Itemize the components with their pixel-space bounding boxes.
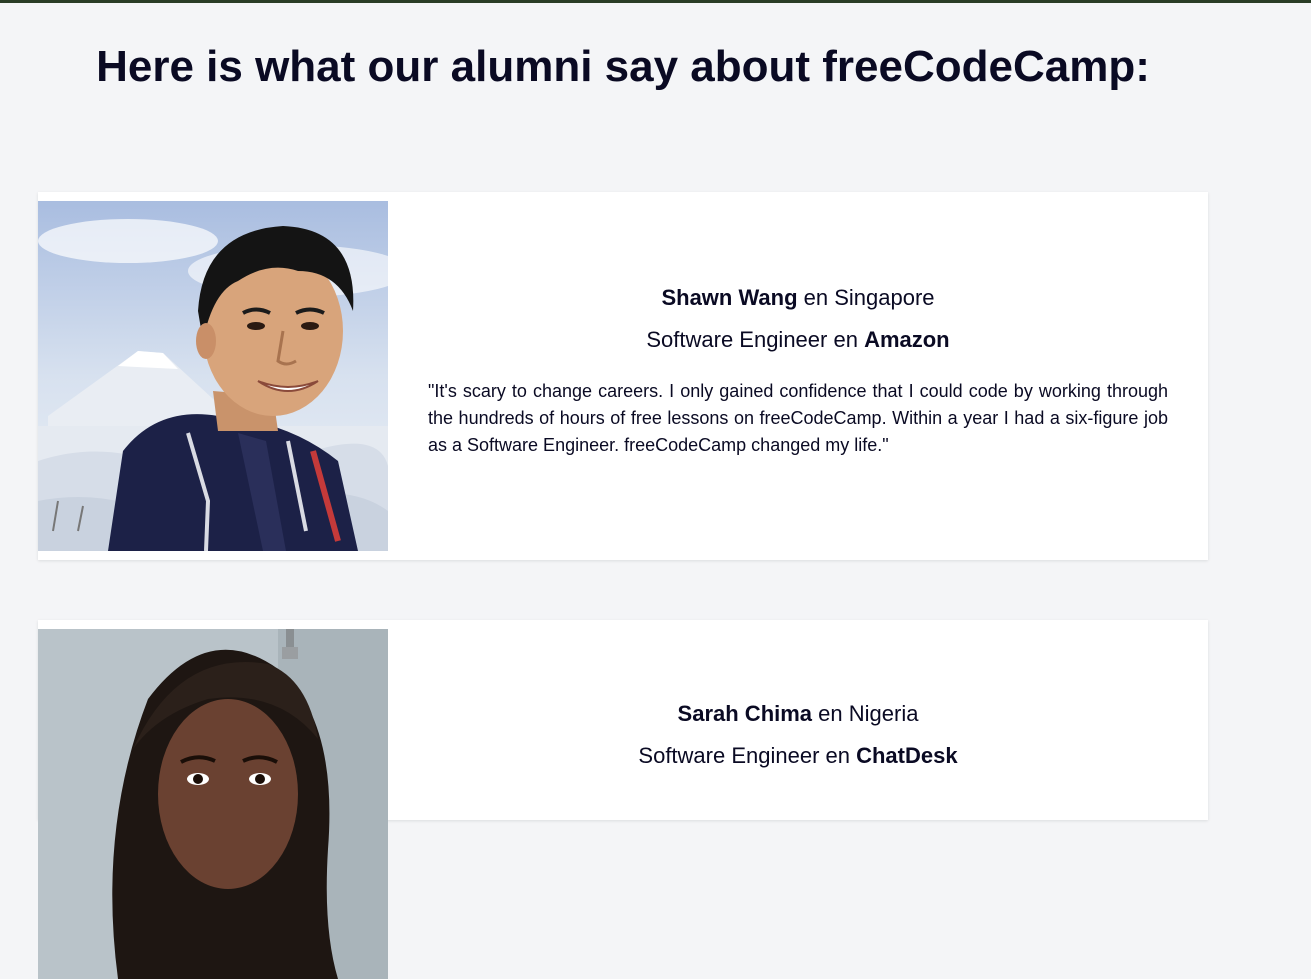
alumni-role: Software Engineer xyxy=(646,327,828,352)
portrait-photo-icon xyxy=(38,201,388,551)
testimonial-info: Shawn Wang en Singapore Software Enginee… xyxy=(428,284,1168,459)
location-prefix: en xyxy=(812,701,849,726)
alumni-photo xyxy=(38,629,388,979)
testimonial-info: Sarah Chima en Nigeria Software Engineer… xyxy=(428,700,1168,784)
alumni-role: Software Engineer xyxy=(638,743,820,768)
page-heading: Here is what our alumni say about freeCo… xyxy=(96,42,1150,91)
alumni-location: Nigeria xyxy=(848,701,919,726)
alumni-name: Sarah Chima xyxy=(677,701,813,726)
alumni-role-company: Software Engineer en Amazon xyxy=(428,326,1168,354)
alumni-location: Singapore xyxy=(834,285,935,310)
alumni-photo xyxy=(38,201,388,551)
alumni-quote: "It's scary to change careers. I only ga… xyxy=(428,381,1168,455)
alumni-company: ChatDesk xyxy=(856,743,958,768)
company-prefix: en xyxy=(827,327,865,352)
top-border xyxy=(0,0,1311,3)
testimonial-card: Sarah Chima en Nigeria Software Engineer… xyxy=(38,620,1208,979)
testimonial-card: Shawn Wang en Singapore Software Enginee… xyxy=(38,192,1208,560)
portrait-photo-icon xyxy=(38,629,388,979)
alumni-name-location: Sarah Chima en Nigeria xyxy=(428,700,1168,728)
alumni-name: Shawn Wang xyxy=(661,285,798,310)
alumni-company: Amazon xyxy=(864,327,950,352)
alumni-role-company: Software Engineer en ChatDesk xyxy=(428,742,1168,770)
company-prefix: en xyxy=(819,743,857,768)
alumni-name-location: Shawn Wang en Singapore xyxy=(428,284,1168,312)
location-prefix: en xyxy=(797,285,835,310)
